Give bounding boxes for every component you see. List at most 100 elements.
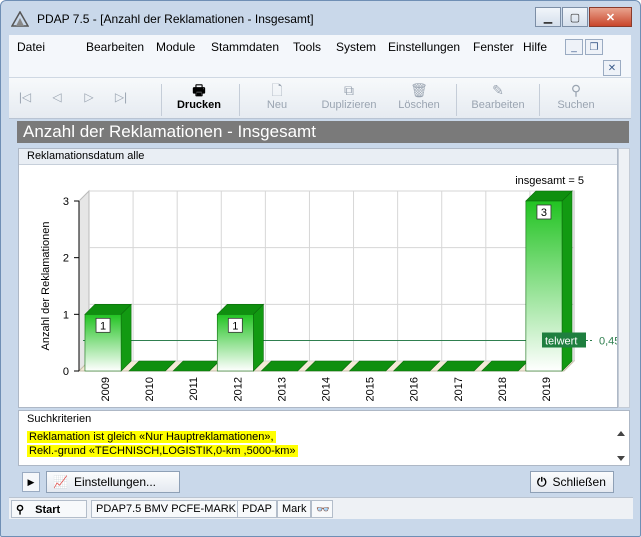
- chart-panel-header: Reklamationsdatum alle: [19, 149, 617, 165]
- new-document-icon: 🗋: [271, 82, 283, 98]
- search-button[interactable]: ⚲ Suchen: [551, 81, 601, 117]
- toolbar-separator: [539, 84, 540, 116]
- toolbar-separator: [161, 84, 162, 116]
- app-logo-icon: [11, 11, 29, 27]
- close-label: Schließen: [552, 475, 606, 489]
- y-tick-label: 0: [63, 366, 69, 378]
- delete-label: Löschen: [398, 99, 440, 111]
- bottom-bar: ▶ 📈 Einstellungen... ⏻ Schließen: [18, 469, 630, 495]
- mdi-close-bar: ✕: [9, 59, 631, 77]
- chart-panel: Reklamationsdatum alle 0 1 2 3 Anzahl der Re…: [18, 148, 618, 408]
- power-icon: ⏻: [537, 474, 547, 489]
- status-cell-app: PDAP: [237, 500, 277, 518]
- maximize-icon: ▢: [569, 11, 581, 24]
- criteria-panel: Suchkriterien Reklamation ist gleich «Nu…: [18, 410, 630, 466]
- x-tick-label: 2009: [100, 377, 112, 401]
- menu-datei[interactable]: Datei: [17, 40, 45, 54]
- criteria-scrollbar[interactable]: [614, 427, 628, 465]
- edit-button[interactable]: ✎ Bearbeiten: [465, 81, 531, 117]
- mdi-restore-button[interactable]: ❐: [585, 39, 603, 55]
- data-label: 1: [100, 320, 106, 332]
- search-icon: ⚲: [16, 504, 25, 516]
- next-record-icon[interactable]: ▷: [79, 90, 99, 106]
- toolbar-separator: [239, 84, 240, 116]
- status-cell-system: PDAP7.5 BMV PCFE-MARK: [91, 500, 241, 518]
- average-value-label: 0,45: [599, 336, 617, 348]
- minimize-icon: _: [571, 41, 577, 53]
- chart-scrollbar[interactable]: [618, 148, 630, 408]
- plot-area: [88, 190, 575, 362]
- y-tick-label: 2: [63, 253, 69, 265]
- bar-side: [253, 303, 264, 372]
- window-title: PDAP 7.5 - [Anzahl der Reklamationen - I…: [37, 12, 314, 26]
- duplicate-button[interactable]: ⧉ Duplizieren: [315, 81, 383, 117]
- menu-tools[interactable]: Tools: [293, 40, 321, 54]
- last-record-icon[interactable]: ▷|: [111, 90, 131, 106]
- triangle-right-icon: ▶: [27, 476, 35, 487]
- close-button[interactable]: ⏻ Schließen: [530, 471, 614, 493]
- bar-side: [120, 303, 132, 372]
- average-label: telwert: [545, 336, 577, 348]
- start-label: Start: [35, 504, 61, 516]
- settings-chart-icon: 📈: [53, 475, 68, 489]
- toolbar: |◁ ◁ ▷ ▷| 🖶 Drucken 🗋 Neu ⧉ Duplizieren …: [9, 77, 631, 119]
- settings-button[interactable]: 📈 Einstellungen...: [46, 471, 180, 493]
- mdi-minimize-button[interactable]: _: [565, 39, 583, 55]
- new-button[interactable]: 🗋 Neu: [252, 81, 302, 117]
- print-button[interactable]: 🖶 Drucken: [169, 81, 229, 117]
- mdi-close-button[interactable]: ✕: [603, 60, 621, 76]
- y-tick-label: 1: [63, 309, 69, 321]
- glasses-icon[interactable]: 👓: [311, 500, 333, 518]
- x-tick-label: 2010: [144, 377, 156, 401]
- menu-system[interactable]: System: [336, 40, 376, 54]
- data-label: 3: [541, 207, 547, 219]
- edit-icon: ✎: [492, 82, 504, 98]
- criteria-label: Suchkriterien: [27, 413, 92, 425]
- title-bar: PDAP 7.5 - [Anzahl der Reklamationen - I…: [1, 1, 640, 35]
- maximize-button[interactable]: ▢: [562, 7, 588, 27]
- menu-einstellungen[interactable]: Einstellungen: [388, 40, 460, 54]
- new-label: Neu: [266, 99, 288, 111]
- page-header: Anzahl der Reklamationen - Insgesamt: [17, 121, 629, 143]
- x-tick-label: 2019: [541, 377, 553, 401]
- minimize-button[interactable]: ▁: [535, 7, 561, 27]
- menu-hilfe[interactable]: Hilfe: [523, 40, 547, 54]
- duplicate-icon: ⧉: [344, 82, 354, 98]
- trash-icon: 🗑: [410, 82, 428, 98]
- x-tick-label: 2013: [276, 377, 288, 401]
- page-title: Anzahl der Reklamationen - Insgesamt: [23, 122, 316, 141]
- x-tick-label: 2018: [497, 377, 509, 401]
- x-tick-label: 2012: [232, 377, 244, 401]
- start-button[interactable]: ⚲ Start: [11, 500, 87, 518]
- app-window: PDAP 7.5 - [Anzahl der Reklamationen - I…: [0, 0, 641, 537]
- toolbar-separator: [456, 84, 457, 116]
- close-window-button[interactable]: ✕: [589, 7, 632, 27]
- minimize-icon: ▁: [543, 11, 553, 24]
- first-record-icon[interactable]: |◁: [15, 90, 35, 106]
- status-bar: ⚲ Start PDAP7.5 BMV PCFE-MARK PDAP Mark …: [9, 497, 633, 519]
- delete-button[interactable]: 🗑 Löschen: [394, 81, 444, 117]
- criteria-line: Reklamation ist gleich «Nur Hauptreklama…: [27, 431, 276, 443]
- print-label: Drucken: [176, 99, 222, 111]
- search-icon: ⚲: [570, 82, 582, 98]
- expand-button[interactable]: ▶: [22, 472, 40, 492]
- restore-icon: ❐: [589, 41, 599, 53]
- settings-label: Einstellungen...: [73, 475, 157, 489]
- previous-record-icon[interactable]: ◁: [47, 90, 67, 106]
- search-label: Suchen: [557, 99, 595, 111]
- x-tick-label: 2011: [188, 377, 200, 401]
- criteria-line: Rekl.-grund «TECHNISCH,LOGISTIK,0-km ,50…: [27, 445, 298, 457]
- menu-bearbeiten[interactable]: Bearbeiten: [86, 40, 144, 54]
- duplicate-label: Duplizieren: [321, 99, 377, 111]
- menu-stammdaten[interactable]: Stammdaten: [211, 40, 279, 54]
- status-cell-user: Mark: [277, 500, 312, 518]
- menu-fenster[interactable]: Fenster: [473, 40, 514, 54]
- menu-bar: Datei Bearbeiten Module Stammdaten Tools…: [9, 35, 631, 59]
- close-icon: ✕: [607, 62, 617, 74]
- x-tick-label: 2014: [321, 377, 333, 401]
- close-icon: ✕: [605, 11, 616, 24]
- x-tick-label: 2017: [453, 377, 465, 401]
- menu-module[interactable]: Module: [156, 40, 195, 54]
- printer-icon: 🖶: [192, 82, 206, 98]
- bar-chart: 0 1 2 3 Anzahl der Reklamationen insgesamt = …: [40, 175, 617, 401]
